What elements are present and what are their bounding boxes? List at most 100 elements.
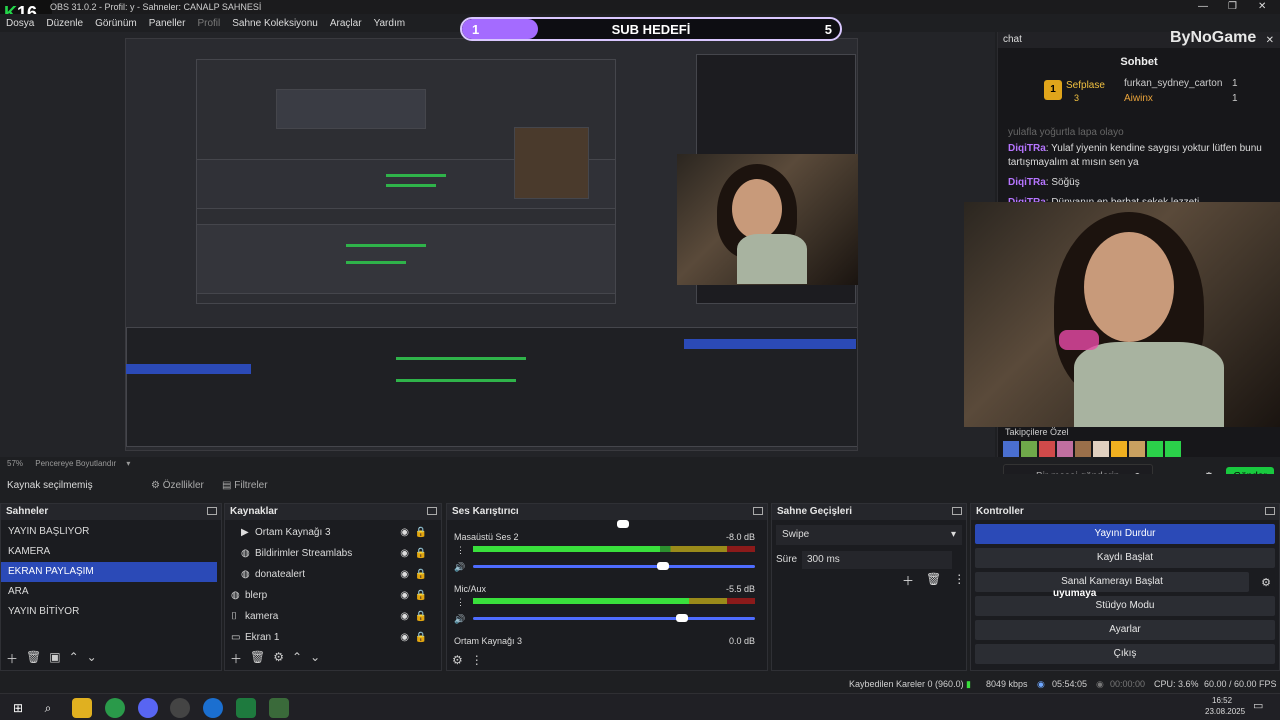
close-button[interactable]: ✕ [1258, 1, 1266, 12]
channel-menu-icon[interactable]: ⋮ [456, 545, 465, 556]
emote-icon[interactable] [1003, 441, 1019, 457]
scene-item[interactable]: YAYIN BİTİYOR [1, 602, 221, 622]
eye-icon[interactable]: ◉ [400, 564, 409, 585]
undock-icon[interactable] [753, 507, 763, 515]
move-down-icon[interactable]: ⌄ [310, 650, 320, 667]
maximize-button[interactable]: ❐ [1228, 1, 1237, 12]
advanced-audio-icon[interactable]: ⚙ [452, 653, 463, 667]
eye-icon[interactable]: ◉ [400, 522, 409, 543]
eye-icon[interactable]: ◉ [400, 585, 409, 606]
search-icon[interactable]: ⌕ [38, 698, 58, 718]
scene-item[interactable]: ARA [1, 582, 221, 602]
lock-icon[interactable]: 🔒 [415, 564, 427, 585]
discord-icon[interactable] [138, 698, 158, 718]
emote-icon[interactable] [1039, 441, 1055, 457]
undock-icon[interactable] [207, 507, 217, 515]
lock-icon[interactable]: 🔒 [415, 606, 427, 627]
emote-icon[interactable] [1021, 441, 1037, 457]
transition-menu-icon[interactable]: ⋮ [953, 572, 965, 589]
minimize-button[interactable]: — [1198, 1, 1208, 12]
remove-scene-icon[interactable]: 🗑 [26, 650, 41, 667]
source-item[interactable]: ◍ Bildirimler Streamlabs ◉ 🔒 [225, 543, 441, 564]
menu-docks[interactable]: Paneller [149, 18, 186, 29]
scene-item[interactable]: YAYIN BAŞLIYOR [1, 522, 221, 542]
mixer-menu-icon[interactable]: ⋮ [471, 653, 483, 667]
undock-icon[interactable] [1265, 507, 1275, 515]
move-down-icon[interactable]: ⌄ [87, 650, 97, 667]
properties-button[interactable]: ⚙ Özellikler [151, 480, 204, 491]
steam-icon[interactable] [203, 698, 223, 718]
virtual-camera-settings-icon[interactable]: ⚙ [1261, 576, 1271, 589]
emote-icon[interactable] [1111, 441, 1127, 457]
studio-mode-button[interactable]: Stüdyo Modu [975, 596, 1275, 616]
start-recording-button[interactable]: Kaydı Başlat [975, 548, 1275, 568]
menu-profile[interactable]: Profil [197, 18, 220, 29]
source-item[interactable]: ▶ Ortam Kaynağı 3 ◉ 🔒 [225, 522, 441, 543]
add-scene-icon[interactable]: ＋ [6, 650, 18, 667]
zoom-fit-dropdown[interactable]: Pencereye Boyutlandır [35, 459, 116, 468]
filter-icon: ▤ [222, 480, 232, 491]
remove-source-icon[interactable]: 🗑 [250, 650, 265, 667]
scene-item-selected[interactable]: EKRAN PAYLAŞIM [1, 562, 217, 582]
app-icon[interactable] [269, 698, 289, 718]
menu-view[interactable]: Görünüm [95, 18, 137, 29]
channel-volume-slider[interactable] [473, 565, 755, 568]
excel-icon[interactable] [236, 698, 256, 718]
menu-help[interactable]: Yardım [374, 18, 406, 29]
lock-icon[interactable]: 🔒 [415, 543, 427, 564]
emote-icon[interactable] [1129, 441, 1145, 457]
emote-icon[interactable] [1147, 441, 1163, 457]
channel-volume-knob[interactable] [675, 614, 688, 622]
emote-icon[interactable] [1165, 441, 1181, 457]
notification-icon[interactable]: ▭ [1253, 699, 1263, 712]
channel-menu-icon[interactable]: ⋮ [456, 597, 465, 608]
menu-edit[interactable]: Düzenle [46, 18, 83, 29]
file-explorer-icon[interactable] [72, 698, 92, 718]
chrome-icon[interactable] [105, 698, 125, 718]
lock-icon[interactable]: 🔒 [415, 522, 427, 543]
windows-start-icon[interactable]: ⊞ [8, 698, 28, 718]
eye-icon[interactable]: ◉ [400, 627, 409, 648]
emote-icon[interactable] [1057, 441, 1073, 457]
undock-icon[interactable] [952, 507, 962, 515]
obs-icon[interactable] [170, 698, 190, 718]
exit-button[interactable]: Çıkış [975, 644, 1275, 664]
preview-area[interactable] [0, 32, 995, 457]
lock-icon[interactable]: 🔒 [415, 585, 427, 606]
scene-item[interactable]: KAMERA [1, 542, 221, 562]
source-item[interactable]: ◍ blerp ◉ 🔒 [225, 585, 441, 606]
menu-tools[interactable]: Araçlar [330, 18, 362, 29]
move-up-icon[interactable]: ⌃ [292, 650, 302, 667]
lock-icon[interactable]: 🔒 [415, 627, 427, 648]
source-item[interactable]: ◍ donatealert ◉ 🔒 [225, 564, 441, 585]
speaker-icon[interactable]: 🔊 [454, 614, 465, 625]
add-transition-icon[interactable]: ＋ [902, 572, 914, 589]
undock-icon[interactable] [427, 507, 437, 515]
channel-volume-knob[interactable] [656, 562, 669, 570]
settings-button[interactable]: Ayarlar [975, 620, 1275, 640]
stop-stream-button[interactable]: Yayını Durdur [975, 524, 1275, 544]
eye-icon[interactable]: ◉ [400, 543, 409, 564]
duration-input[interactable]: 300 ms [802, 551, 952, 569]
menu-file[interactable]: Dosya [6, 18, 34, 29]
speaker-icon[interactable]: 🔊 [454, 562, 465, 573]
start-virtual-camera-button[interactable]: Sanal Kamerayı Başlat [975, 572, 1249, 592]
volume-slider-knob[interactable] [617, 520, 629, 528]
scene-filters-icon[interactable]: ▣ [49, 650, 60, 667]
move-up-icon[interactable]: ⌃ [69, 650, 79, 667]
transition-type-select[interactable]: Swipe ▾ [776, 525, 962, 545]
source-item[interactable]: ▭ Ekran 1 ◉ 🔒 [225, 627, 441, 648]
eye-icon[interactable]: ◉ [400, 606, 409, 627]
mixer-dock-header: Ses Karıştırıcı [447, 504, 767, 520]
source-item[interactable]: ⌷ kamera ◉ 🔒 [225, 606, 441, 627]
chat-dock-close-icon[interactable]: ✕ [1266, 33, 1274, 49]
emote-icon[interactable] [1093, 441, 1109, 457]
add-source-icon[interactable]: ＋ [230, 650, 242, 667]
chevron-down-icon[interactable]: ▾ [126, 459, 130, 468]
source-properties-icon[interactable]: ⚙ [273, 650, 284, 667]
filters-button[interactable]: ▤ Filtreler [222, 480, 268, 491]
menu-scene-collection[interactable]: Sahne Koleksiyonu [232, 18, 318, 29]
channel-volume-slider[interactable] [473, 617, 755, 620]
emote-icon[interactable] [1075, 441, 1091, 457]
remove-transition-icon[interactable]: 🗑 [926, 572, 941, 589]
